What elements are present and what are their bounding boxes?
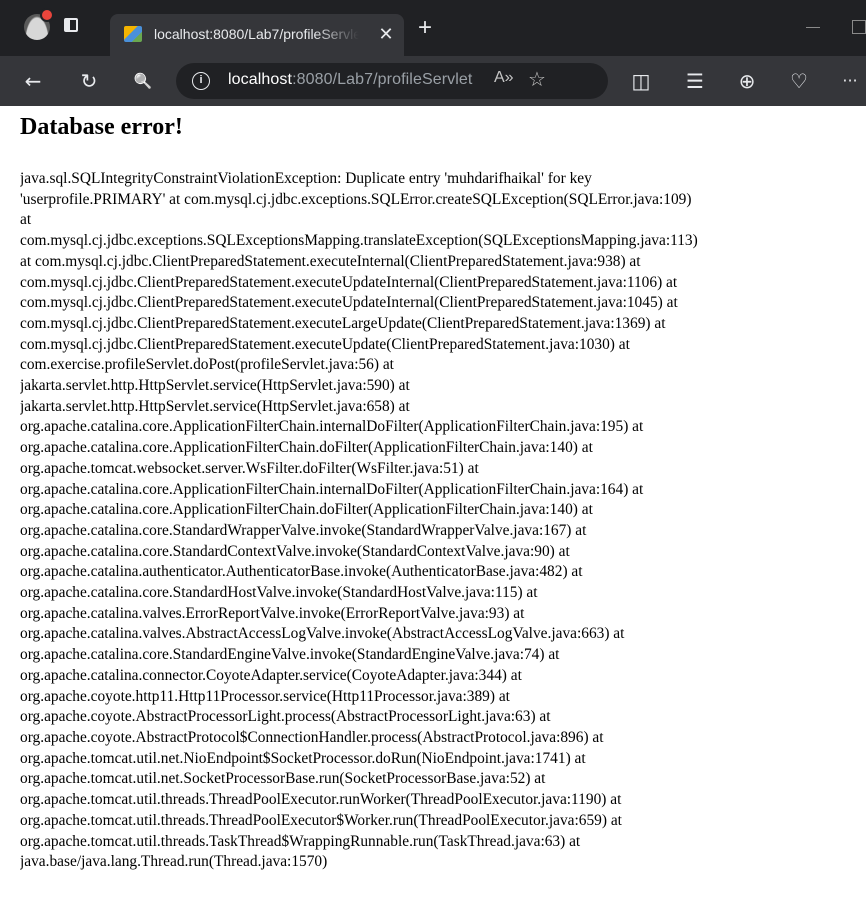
stack-trace-line: org.apache.catalina.authenticator.Authen… bbox=[20, 563, 583, 581]
stack-trace-line: jakarta.servlet.http.HttpServlet.service… bbox=[20, 397, 410, 415]
url-path: :8080/Lab7/profileServlet bbox=[292, 71, 473, 88]
stack-trace-line: at bbox=[20, 211, 32, 229]
address-url[interactable]: localhost:8080/Lab7/profileServlet bbox=[228, 71, 472, 89]
back-icon[interactable]: ← bbox=[20, 68, 46, 94]
stack-trace-line: org.apache.tomcat.util.threads.ThreadPoo… bbox=[20, 791, 622, 809]
stack-trace-line: com.mysql.cj.jdbc.ClientPreparedStatemen… bbox=[20, 294, 678, 312]
window-maximize-button[interactable] bbox=[852, 20, 866, 34]
favorite-star-icon[interactable]: ☆ bbox=[528, 67, 546, 91]
window-minimize-button[interactable] bbox=[806, 27, 820, 28]
tab-close-icon[interactable]: ✕ bbox=[374, 22, 398, 46]
stack-trace-line: org.apache.catalina.valves.ErrorReportVa… bbox=[20, 604, 525, 622]
browser-tab[interactable]: localhost:8080/Lab7/profileServlet ✕ bbox=[110, 14, 404, 56]
servlet-favicon-icon bbox=[124, 26, 142, 42]
url-host: localhost bbox=[228, 71, 293, 88]
stack-trace-line: java.sql.SQLIntegrityConstraintViolation… bbox=[20, 170, 592, 187]
page-content: Database error! java.sql.SQLIntegrityCon… bbox=[0, 106, 866, 922]
address-bar[interactable]: i localhost:8080/Lab7/profileServlet A» … bbox=[176, 63, 608, 99]
read-aloud-icon[interactable]: A» bbox=[494, 69, 514, 87]
stack-trace-line: org.apache.tomcat.util.threads.ThreadPoo… bbox=[20, 811, 622, 829]
stack-trace-line: org.apache.coyote.http11.Http11Processor… bbox=[20, 687, 510, 705]
stack-trace-line: 'userprofile.PRIMARY' at com.mysql.cj.jd… bbox=[20, 190, 692, 208]
stack-trace-line: org.apache.coyote.AbstractProcessorLight… bbox=[20, 708, 551, 726]
tab-actions-icon[interactable] bbox=[64, 18, 78, 32]
stack-trace-line: org.apache.catalina.connector.CoyoteAdap… bbox=[20, 666, 522, 684]
stack-trace-line: org.apache.catalina.core.StandardEngineV… bbox=[20, 646, 560, 664]
refresh-icon[interactable]: ↻ bbox=[76, 68, 102, 94]
browser-health-icon[interactable]: ♡ bbox=[786, 68, 812, 94]
stack-trace-line: com.mysql.cj.jdbc.ClientPreparedStatemen… bbox=[20, 314, 666, 332]
stack-trace-line: org.apache.catalina.core.ApplicationFilt… bbox=[20, 501, 593, 519]
favorites-icon[interactable]: ☰ bbox=[682, 68, 708, 94]
site-info-icon[interactable]: i bbox=[192, 72, 210, 90]
stack-trace-line: org.apache.tomcat.util.threads.TaskThrea… bbox=[20, 832, 581, 850]
stack-trace-line: at com.mysql.cj.jdbc.ClientPreparedState… bbox=[20, 252, 641, 270]
collections-icon[interactable]: ⊕ bbox=[734, 68, 760, 94]
profile-badge-icon bbox=[40, 8, 54, 22]
error-heading: Database error! bbox=[20, 114, 183, 140]
stack-trace-line: com.mysql.cj.jdbc.ClientPreparedStatemen… bbox=[20, 273, 678, 291]
stack-trace-line: org.apache.coyote.AbstractProtocol$Conne… bbox=[20, 728, 604, 746]
stack-trace-line: com.mysql.cj.jdbc.exceptions.SQLExceptio… bbox=[20, 232, 698, 250]
browser-title-bar: localhost:8080/Lab7/profileServlet ✕ + bbox=[0, 0, 866, 56]
stack-trace-line: org.apache.catalina.core.ApplicationFilt… bbox=[20, 480, 644, 498]
new-tab-button[interactable]: + bbox=[414, 16, 436, 40]
stack-trace-line: com.mysql.cj.jdbc.ClientPreparedStatemen… bbox=[20, 335, 630, 353]
stack-trace-line: org.apache.catalina.core.StandardHostVal… bbox=[20, 584, 538, 602]
stack-trace-line: org.apache.tomcat.util.net.SocketProcess… bbox=[20, 770, 546, 788]
stack-trace-line: org.apache.tomcat.websocket.server.WsFil… bbox=[20, 459, 479, 477]
stack-trace: java.sql.SQLIntegrityConstraintViolation… bbox=[20, 169, 866, 873]
stack-trace-line: org.apache.catalina.core.ApplicationFilt… bbox=[20, 418, 644, 436]
stack-trace-line: org.apache.catalina.valves.AbstractAcces… bbox=[20, 625, 625, 643]
more-menu-icon[interactable]: ··· bbox=[834, 68, 866, 94]
stack-trace-line: jakarta.servlet.http.HttpServlet.service… bbox=[20, 377, 410, 395]
stack-trace-line: org.apache.tomcat.util.net.NioEndpoint$S… bbox=[20, 749, 586, 767]
stack-trace-line: org.apache.catalina.core.StandardWrapper… bbox=[20, 521, 587, 539]
tab-title: localhost:8080/Lab7/profileServlet bbox=[154, 26, 359, 42]
split-screen-icon[interactable]: ◫ bbox=[628, 68, 654, 94]
stack-trace-line: org.apache.catalina.core.StandardContext… bbox=[20, 542, 570, 560]
stack-trace-line: java.base/java.lang.Thread.run(Thread.ja… bbox=[20, 853, 328, 871]
search-icon[interactable]: 🔍 bbox=[130, 68, 156, 94]
stack-trace-line: com.exercise.profileServlet.doPost(profi… bbox=[20, 356, 394, 374]
browser-toolbar: ← ↻ 🔍 i localhost:8080/Lab7/profileServl… bbox=[0, 56, 866, 106]
stack-trace-line: org.apache.catalina.core.ApplicationFilt… bbox=[20, 439, 593, 457]
